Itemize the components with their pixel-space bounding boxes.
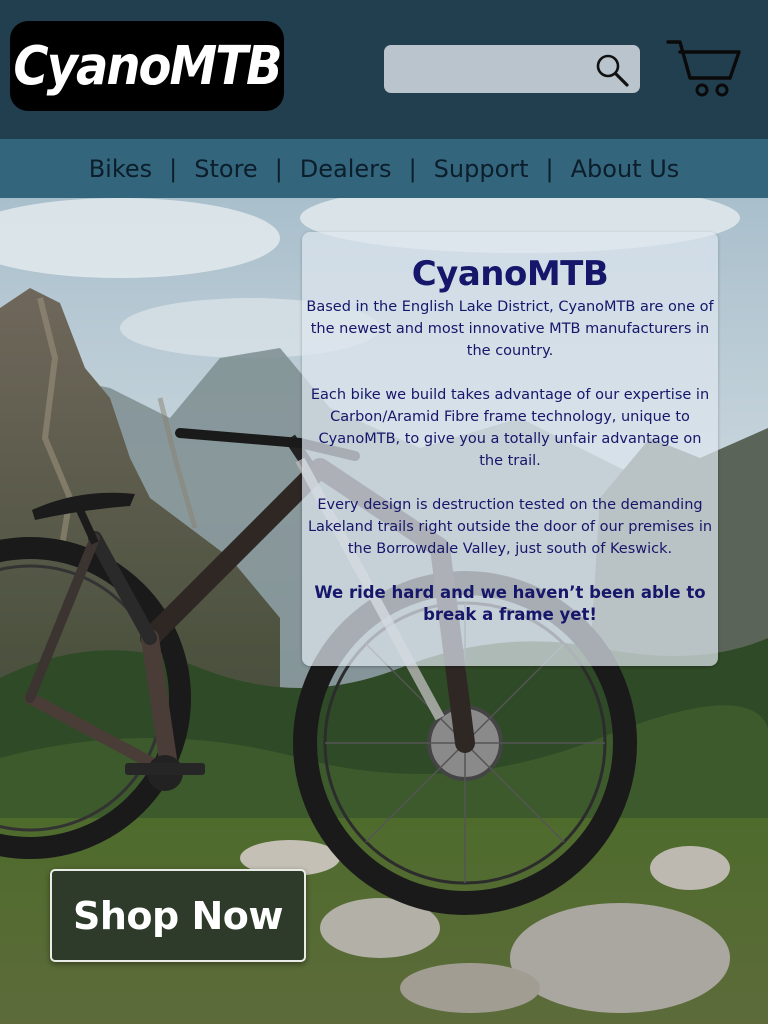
nav-separator: | [169, 154, 178, 183]
nav-item-support[interactable]: Support [434, 155, 529, 183]
about-paragraph: Every design is destruction tested on th… [307, 497, 713, 557]
about-card: CyanoMTB Based in the English Lake Distr… [302, 232, 718, 666]
page: CyanoMTB Bikes | Store | Dealers | Suppo… [0, 0, 768, 1024]
about-paragraph: Each bike we build takes advantage of ou… [310, 387, 710, 469]
nav-item-bikes[interactable]: Bikes [89, 155, 152, 183]
nav-item-store[interactable]: Store [194, 155, 257, 183]
about-paragraph: Based in the English Lake District, Cyan… [306, 299, 714, 359]
site-header: CyanoMTB [0, 0, 768, 139]
main-nav: Bikes | Store | Dealers | Support | Abou… [0, 139, 768, 198]
cart-icon[interactable] [666, 38, 742, 100]
nav-separator: | [545, 154, 554, 183]
nav-item-about-us[interactable]: About Us [571, 155, 680, 183]
nav-item-dealers[interactable]: Dealers [300, 155, 392, 183]
search-icon[interactable] [594, 52, 630, 88]
logo[interactable]: CyanoMTB [10, 21, 284, 111]
shop-now-button[interactable]: Shop Now [50, 869, 306, 962]
about-card-title: CyanoMTB [411, 254, 609, 294]
logo-text: CyanoMTB [13, 34, 282, 98]
nav-separator: | [408, 154, 417, 183]
about-tagline: We ride hard and we haven’t been able to… [314, 583, 706, 624]
nav-separator: | [274, 154, 283, 183]
search-input[interactable] [394, 51, 588, 89]
